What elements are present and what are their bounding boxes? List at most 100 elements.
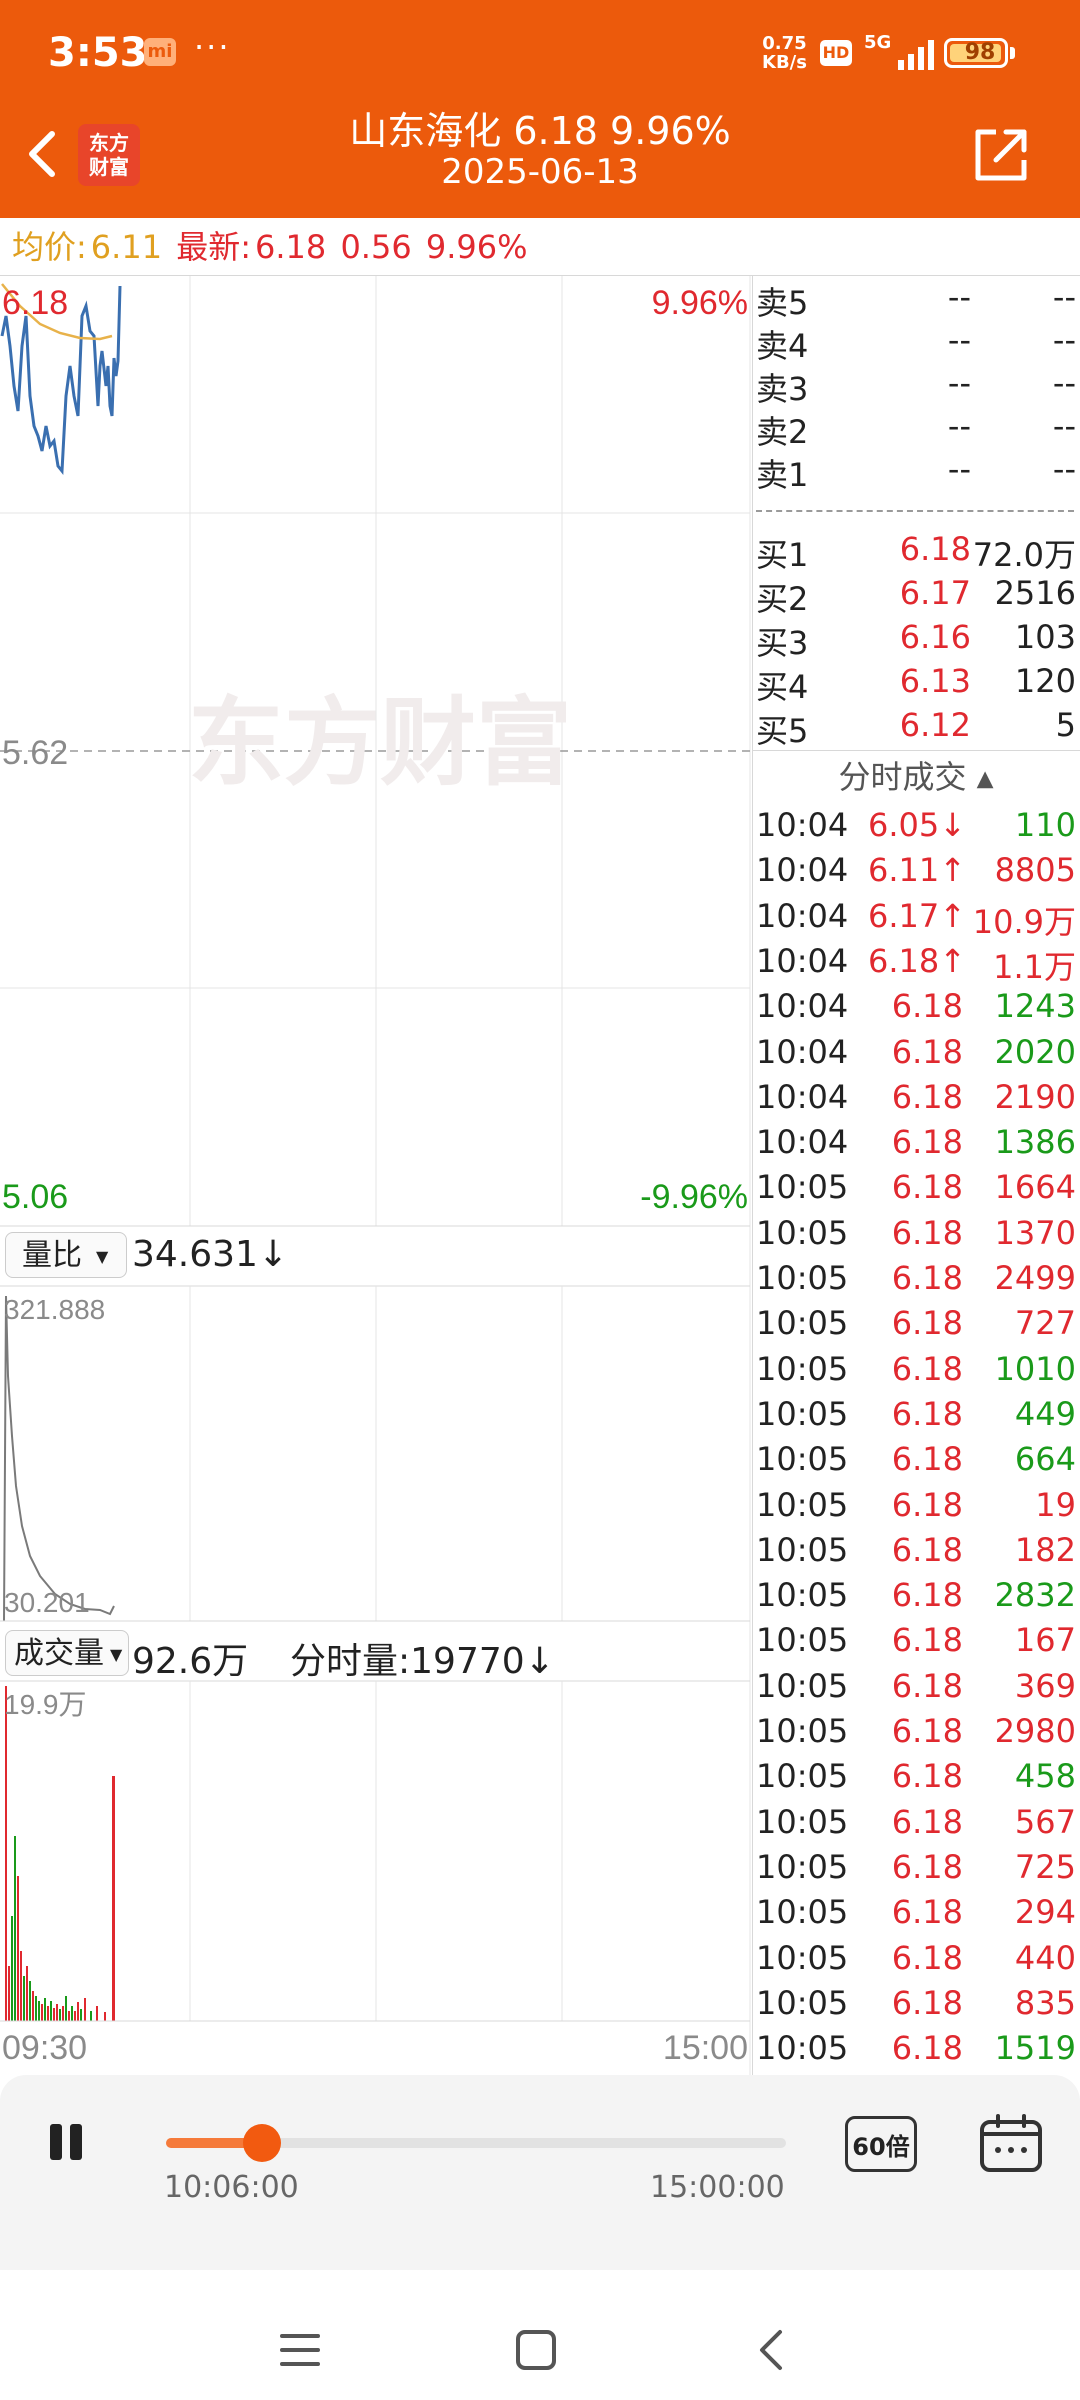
trade-price: 6.18 xyxy=(891,1123,963,1162)
trade-volume: 664 xyxy=(1014,1440,1076,1479)
trade-volume: 725 xyxy=(1014,1847,1076,1886)
trade-price: 6.17↑ xyxy=(868,896,967,935)
bid-row[interactable]: 买4 6.13 120 xyxy=(756,662,1076,706)
ask-row[interactable]: 卖3 -- -- xyxy=(756,364,1076,408)
trade-time: 10:05 xyxy=(756,1485,849,1524)
battery-tip xyxy=(1010,47,1015,59)
pct-low-label: -9.96% xyxy=(640,1178,748,1216)
trade-row[interactable]: 10:05 6.18 458 xyxy=(756,1757,1076,1802)
trade-volume: 1519 xyxy=(994,2029,1076,2068)
trade-row[interactable]: 10:04 6.05↓ 110 xyxy=(756,806,1076,851)
bid-price: 6.17 xyxy=(899,574,971,612)
trade-row[interactable]: 10:04 6.18 1386 xyxy=(756,1123,1076,1168)
trade-row[interactable]: 10:05 6.18 727 xyxy=(756,1304,1076,1349)
trade-row[interactable]: 10:05 6.18 440 xyxy=(756,1939,1076,1984)
share-external-icon[interactable] xyxy=(970,124,1032,186)
trade-row[interactable]: 10:05 6.18 664 xyxy=(756,1440,1076,1485)
pause-button[interactable] xyxy=(46,2124,90,2174)
trade-row[interactable]: 10:05 6.18 2832 xyxy=(756,1576,1076,1621)
bid-row[interactable]: 买1 6.18 72.0万 xyxy=(756,530,1076,574)
trade-price: 6.18 xyxy=(891,1440,963,1479)
bid-row[interactable]: 买3 6.16 103 xyxy=(756,618,1076,662)
trade-row[interactable]: 10:05 6.18 2980 xyxy=(756,1712,1076,1757)
ask-row[interactable]: 卖1 -- -- xyxy=(756,450,1076,494)
trade-row[interactable]: 10:05 6.18 182 xyxy=(756,1531,1076,1576)
trade-price: 6.18 xyxy=(891,1213,963,1252)
trade-row[interactable]: 10:05 6.18 449 xyxy=(756,1395,1076,1440)
trade-row[interactable]: 10:04 6.17↑ 10.9万 xyxy=(756,897,1076,942)
bid-level-label: 买2 xyxy=(756,580,809,618)
bid-row[interactable]: 买2 6.17 2516 xyxy=(756,574,1076,618)
ask-row[interactable]: 卖2 -- -- xyxy=(756,407,1076,451)
trade-time: 10:04 xyxy=(756,851,849,890)
trade-time: 10:04 xyxy=(756,896,849,935)
menu-icon[interactable] xyxy=(278,2330,322,2370)
trade-row[interactable]: 10:05 6.18 167 xyxy=(756,1621,1076,1666)
trade-row[interactable]: 10:05 6.18 835 xyxy=(756,1984,1076,2029)
trade-row[interactable]: 10:05 6.18 1519 xyxy=(756,2029,1076,2074)
trade-row[interactable]: 10:04 6.18 1243 xyxy=(756,987,1076,1032)
trade-time: 10:04 xyxy=(756,1077,849,1116)
trade-volume: 110 xyxy=(1014,806,1076,844)
trade-row[interactable]: 10:05 6.18 19 xyxy=(756,1486,1076,1531)
bid-level-label: 买3 xyxy=(756,624,809,662)
trades-header[interactable]: 分时成交 ▲ xyxy=(752,752,1080,798)
sort-up-icon: ▲ xyxy=(976,766,994,792)
trade-price: 6.18 xyxy=(891,1983,963,2022)
progress-handle[interactable] xyxy=(243,2124,282,2162)
playback-speed-button[interactable]: 60倍 xyxy=(845,2116,917,2172)
ask-price: -- xyxy=(947,321,971,359)
interval-volume: 分时量:19770↓ xyxy=(290,1641,555,1682)
trade-price: 6.18 xyxy=(891,1757,963,1796)
trade-row[interactable]: 10:04 6.18 2190 xyxy=(756,1078,1076,1123)
bid-row[interactable]: 买5 6.12 5 xyxy=(756,706,1076,750)
bid-price: 6.18 xyxy=(899,530,971,568)
bid-price: 6.12 xyxy=(899,706,971,744)
trade-row[interactable]: 10:05 6.18 2499 xyxy=(756,1259,1076,1304)
indicator-dropdown[interactable]: 量比 ▼ xyxy=(5,1232,127,1278)
mi-notification-icon: mi xyxy=(144,38,176,66)
latest-price-label: 最新: xyxy=(176,228,252,266)
trade-row[interactable]: 10:05 6.18 725 xyxy=(756,1848,1076,1893)
ask-volume: -- xyxy=(1052,450,1076,488)
ratio-min-label: 30.201 xyxy=(4,1587,90,1618)
trade-time: 10:05 xyxy=(756,1213,849,1252)
trade-row[interactable]: 10:05 6.18 294 xyxy=(756,1893,1076,1938)
calendar-icon[interactable] xyxy=(978,2112,1044,2174)
progress-slider[interactable] xyxy=(166,2124,786,2162)
trade-row[interactable]: 10:05 6.18 1370 xyxy=(756,1214,1076,1259)
trade-row[interactable]: 10:05 6.18 1010 xyxy=(756,1350,1076,1395)
trade-row[interactable]: 10:04 6.18 2020 xyxy=(756,1033,1076,1078)
trade-row[interactable]: 10:05 6.18 369 xyxy=(756,1667,1076,1712)
trade-volume: 2020 xyxy=(994,1032,1076,1071)
divider xyxy=(752,750,1080,751)
price-high-label: 6.18 xyxy=(2,284,68,322)
trade-time: 10:05 xyxy=(756,1757,849,1796)
home-icon[interactable] xyxy=(514,2328,558,2372)
trade-row[interactable]: 10:05 6.18 1664 xyxy=(756,1168,1076,1213)
trades-header-label: 分时成交 xyxy=(838,758,967,796)
trade-time: 10:05 xyxy=(756,1394,849,1433)
back-nav-icon[interactable] xyxy=(752,2328,792,2372)
trade-time: 10:05 xyxy=(756,1938,849,1977)
volume-total-value: 92.6万 xyxy=(132,1641,249,1682)
trade-price: 6.18 xyxy=(891,1168,963,1207)
trade-time: 10:05 xyxy=(756,1349,849,1388)
volume-bars xyxy=(5,1686,115,2021)
trade-row[interactable]: 10:04 6.18↑ 1.1万 xyxy=(756,942,1076,987)
trade-volume: 1.1万 xyxy=(993,947,1076,986)
trade-row[interactable]: 10:05 6.18 567 xyxy=(756,1803,1076,1848)
end-time: 15:00:00 xyxy=(650,2170,785,2205)
intraday-chart[interactable]: 东方财富 6.18 9.96% 5.62 5.06 -9.96% 321.888… xyxy=(0,276,752,2076)
trade-row[interactable]: 10:04 6.11↑ 8805 xyxy=(756,851,1076,896)
ask-price: -- xyxy=(947,278,971,316)
more-notifications-icon: ··· xyxy=(194,28,231,66)
system-nav-bar xyxy=(0,2270,1080,2400)
status-time: 3:53 xyxy=(48,30,148,76)
bid-volume: 72.0万 xyxy=(972,536,1076,574)
pause-bar xyxy=(50,2124,62,2160)
ask-row[interactable]: 卖4 -- -- xyxy=(756,321,1076,365)
volume-dropdown[interactable]: 成交量 ▼ xyxy=(5,1630,129,1676)
ask-row[interactable]: 卖5 -- -- xyxy=(756,278,1076,322)
trade-volume: 19 xyxy=(1035,1485,1076,1524)
